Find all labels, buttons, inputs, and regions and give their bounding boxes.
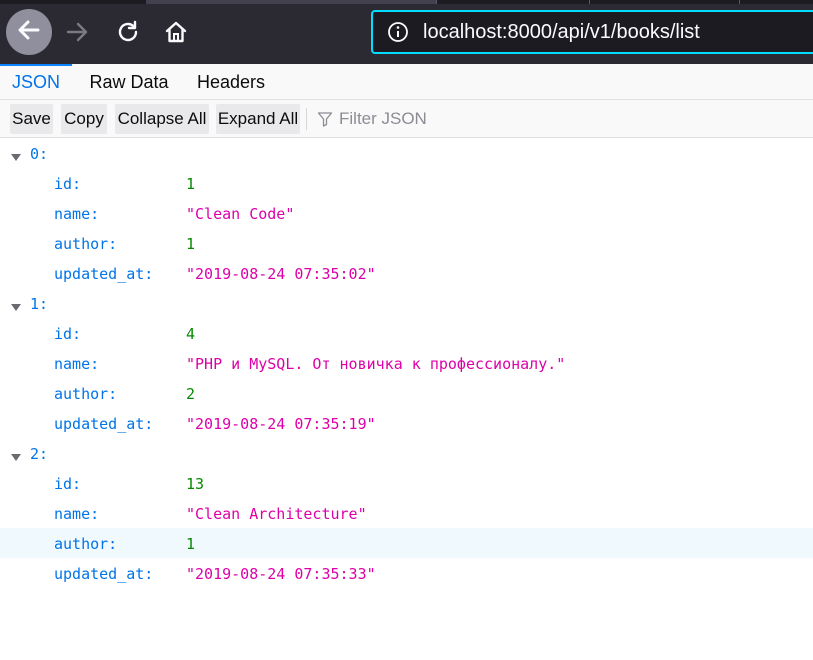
json-property-row[interactable]: updated_at: "2019-08-24 07:35:33" <box>0 558 813 588</box>
json-key: updated_at: <box>54 265 154 283</box>
json-key: author: <box>54 535 118 553</box>
expand-toggle-icon[interactable] <box>10 299 22 311</box>
filter-placeholder: Filter JSON <box>339 109 427 128</box>
browser-toolbar: localhost:8000/api/v1/books/list <box>0 0 813 64</box>
home-icon <box>163 19 189 50</box>
json-string-value: "Clean Architecture" <box>186 505 367 523</box>
json-number-value: 13 <box>186 475 205 493</box>
expand-toggle-icon[interactable] <box>10 149 22 161</box>
json-property-row[interactable]: id: 4 <box>0 318 813 348</box>
json-index-key: 0: <box>30 145 49 163</box>
json-property-row-hovered[interactable]: author: 1 <box>0 528 813 558</box>
json-number-value: 4 <box>186 325 196 343</box>
json-property-row[interactable]: updated_at: "2019-08-24 07:35:02" <box>0 258 813 288</box>
reload-button[interactable] <box>110 16 146 52</box>
json-index-key: 1: <box>30 295 49 313</box>
json-key: author: <box>54 235 118 253</box>
json-string-value: "2019-08-24 07:35:02" <box>186 265 376 283</box>
json-number-value: 2 <box>186 385 196 403</box>
json-index-key: 2: <box>30 445 49 463</box>
json-key: id: <box>54 475 82 493</box>
toolbar-divider <box>306 108 307 130</box>
expand-all-button[interactable]: Expand All <box>216 104 300 134</box>
json-viewer-tabs: JSON Raw Data Headers <box>0 64 813 100</box>
json-key: name: <box>54 505 100 523</box>
json-property-row[interactable]: name: "Clean Code" <box>0 198 813 228</box>
reload-icon <box>115 19 141 50</box>
json-group-row[interactable]: 0: <box>0 138 813 168</box>
json-key: author: <box>54 385 118 403</box>
json-number-value: 1 <box>186 235 196 253</box>
json-key: updated_at: <box>54 415 154 433</box>
json-property-row[interactable]: updated_at: "2019-08-24 07:35:19" <box>0 408 813 438</box>
filter-json-input[interactable]: Filter JSON <box>316 104 616 134</box>
collapse-all-button[interactable]: Collapse All <box>115 104 209 134</box>
json-key: id: <box>54 325 82 343</box>
json-group-row[interactable]: 1: <box>0 288 813 318</box>
json-property-row[interactable]: id: 1 <box>0 168 813 198</box>
home-button[interactable] <box>158 16 194 52</box>
tab-separator <box>739 0 740 4</box>
json-number-value: 1 <box>186 535 196 553</box>
json-property-row[interactable]: name: "PHP и MySQL. От новичка к професс… <box>0 348 813 378</box>
json-group-row[interactable]: 2: <box>0 438 813 468</box>
arrow-left-icon <box>16 17 42 48</box>
tab-json[interactable]: JSON <box>0 64 72 100</box>
json-string-value: "Clean Code" <box>186 205 295 223</box>
json-number-value: 1 <box>186 175 196 193</box>
info-icon[interactable] <box>385 19 411 45</box>
json-toolbar: Save Copy Collapse All Expand All Filter… <box>0 100 813 138</box>
copy-button[interactable]: Copy <box>61 104 107 134</box>
tab-separator <box>436 0 437 4</box>
filter-icon <box>316 110 334 128</box>
json-key: name: <box>54 355 100 373</box>
tab-strip <box>0 0 813 4</box>
json-string-value: "2019-08-24 07:35:33" <box>186 565 376 583</box>
forward-button[interactable] <box>60 16 96 52</box>
json-key: updated_at: <box>54 565 154 583</box>
tab-raw-data[interactable]: Raw Data <box>80 64 178 100</box>
save-button[interactable]: Save <box>10 104 53 134</box>
tab-headers[interactable]: Headers <box>186 64 276 100</box>
json-tree: 0: id: 1 name: "Clean Code" author: 1 up… <box>0 138 813 588</box>
json-property-row[interactable]: author: 1 <box>0 228 813 258</box>
json-string-value: "2019-08-24 07:35:19" <box>186 415 376 433</box>
json-key: id: <box>54 175 82 193</box>
tab-separator <box>589 0 590 4</box>
arrow-right-icon <box>65 19 91 50</box>
json-property-row[interactable]: author: 2 <box>0 378 813 408</box>
json-property-row[interactable]: id: 13 <box>0 468 813 498</box>
json-string-value: "PHP и MySQL. От новичка к профессионалу… <box>186 355 566 373</box>
json-property-row[interactable]: name: "Clean Architecture" <box>0 498 813 528</box>
json-key: name: <box>54 205 100 223</box>
expand-toggle-icon[interactable] <box>10 449 22 461</box>
browser-tab-active[interactable] <box>146 0 436 4</box>
url-text: localhost:8000/api/v1/books/list <box>423 20 700 43</box>
back-button[interactable] <box>6 9 52 55</box>
address-bar[interactable]: localhost:8000/api/v1/books/list <box>371 10 813 54</box>
